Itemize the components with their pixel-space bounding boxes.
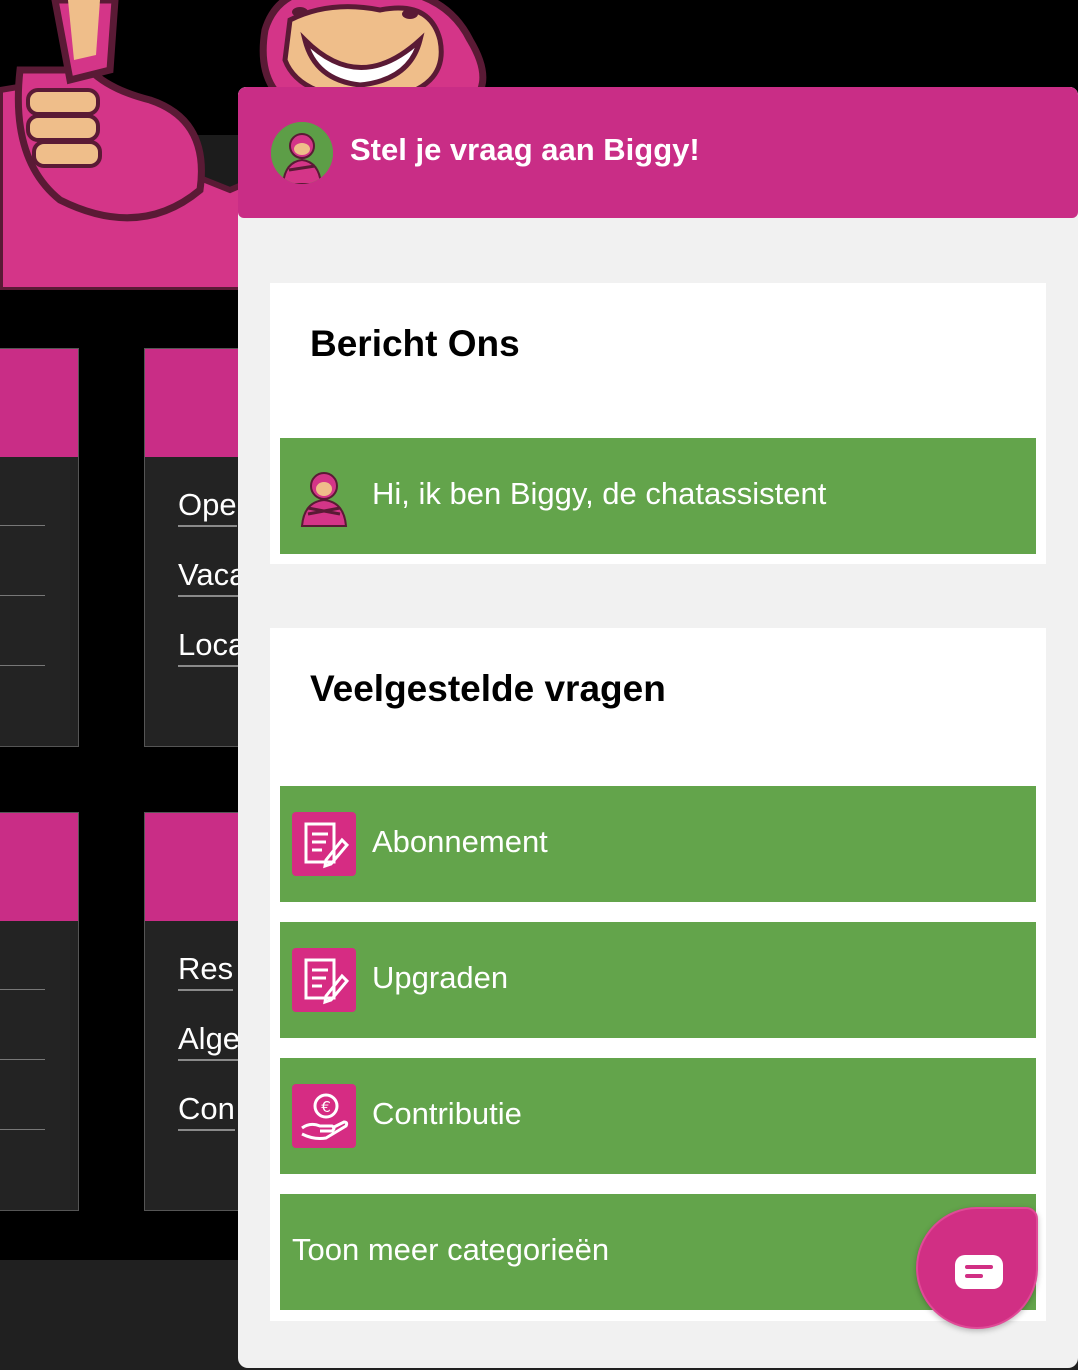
message-panel: Bericht Ons Hi, ik ben Biggy, de chatass…	[270, 283, 1046, 564]
footer-card-left-top	[0, 348, 79, 747]
footer-link-2[interactable]: Vaca	[178, 557, 247, 597]
biggy-avatar-icon	[271, 122, 333, 184]
card-header	[145, 813, 253, 921]
euro-hand-icon: €	[292, 1084, 356, 1148]
show-more-label: Toon meer categorieën	[292, 1232, 610, 1267]
card-header	[0, 349, 78, 457]
divider	[0, 665, 45, 666]
divider	[0, 1129, 45, 1130]
biggy-mascot-icon	[298, 466, 350, 528]
faq-item-upgraden[interactable]: Upgraden	[280, 922, 1036, 1038]
divider	[0, 595, 45, 596]
faq-item-abonnement[interactable]: Abonnement	[280, 786, 1036, 902]
chat-bubble-icon	[955, 1255, 1003, 1289]
card-header	[0, 813, 78, 921]
card-header	[145, 349, 253, 457]
footer-link-5[interactable]: Alge	[178, 1021, 241, 1061]
faq-panel-title: Veelgestelde vragen	[310, 668, 666, 709]
divider	[0, 989, 45, 990]
chat-launcher-button[interactable]	[916, 1207, 1038, 1329]
widget-title: Stel je vraag aan Biggy!	[350, 132, 700, 167]
footer-card-left-bottom	[0, 812, 79, 1211]
footer-link-1[interactable]: Ope	[178, 487, 237, 527]
faq-item-contributie[interactable]: € Contributie	[280, 1058, 1036, 1174]
footer-link-4[interactable]: Res	[178, 951, 234, 991]
document-edit-icon	[292, 948, 356, 1012]
footer-link-3[interactable]: Loca	[178, 627, 246, 667]
divider	[0, 525, 45, 526]
footer-link-6[interactable]: Con	[178, 1091, 235, 1131]
start-chat-label: Hi, ik ben Biggy, de chatassistent	[372, 476, 827, 511]
widget-header: Stel je vraag aan Biggy!	[238, 87, 1078, 218]
faq-panel: Veelgestelde vragen Abonnement Upgraden	[270, 628, 1046, 1321]
chat-widget: Stel je vraag aan Biggy! Bericht Ons Hi,…	[238, 87, 1078, 1368]
start-chat-button[interactable]: Hi, ik ben Biggy, de chatassistent	[280, 438, 1036, 554]
faq-item-label: Upgraden	[372, 960, 509, 995]
message-panel-title: Bericht Ons	[310, 323, 520, 364]
faq-item-label: Abonnement	[372, 824, 548, 859]
svg-text:€: €	[321, 1098, 331, 1116]
divider	[0, 1059, 45, 1060]
faq-item-label: Contributie	[372, 1096, 522, 1131]
document-edit-icon	[292, 812, 356, 876]
